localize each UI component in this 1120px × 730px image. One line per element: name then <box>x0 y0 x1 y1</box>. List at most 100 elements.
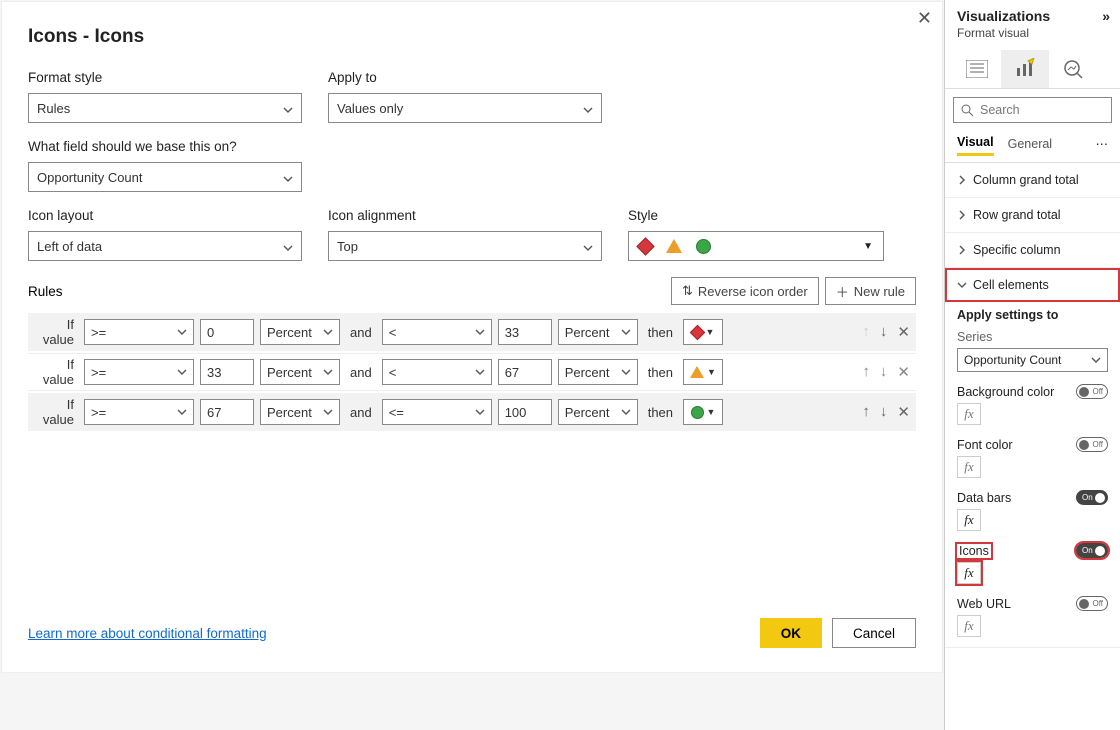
chevron-down-icon <box>475 365 485 380</box>
fx-web-url[interactable]: fx <box>957 615 981 637</box>
panel-subtitle: Format visual <box>945 26 1120 46</box>
chevron-down-icon <box>583 241 593 251</box>
learn-more-link[interactable]: Learn more about conditional formatting <box>28 626 267 641</box>
operator2-dropdown[interactable]: <= <box>382 399 492 425</box>
close-icon[interactable]: ✕ <box>917 8 932 29</box>
move-down-icon[interactable]: ↓ <box>880 323 888 341</box>
toggle-background-color[interactable]: Off <box>1076 384 1108 399</box>
operator1-dropdown[interactable]: >= <box>84 359 194 385</box>
delete-rule-icon[interactable]: ✕ <box>897 403 910 421</box>
value1-input[interactable]: 0 <box>200 319 254 345</box>
move-down-icon[interactable]: ↓ <box>880 363 888 381</box>
format-style-label: Format style <box>28 70 302 85</box>
section-row-grand-total[interactable]: Row grand total <box>945 198 1120 232</box>
fx-background-color[interactable]: fx <box>957 403 981 425</box>
section-column-grand-total[interactable]: Column grand total <box>945 163 1120 197</box>
unit2-dropdown[interactable]: Percent <box>558 399 638 425</box>
icon-layout-dropdown[interactable]: Left of data <box>28 231 302 261</box>
tab-visual[interactable]: Visual <box>957 131 994 156</box>
tab-general[interactable]: General <box>1008 133 1052 155</box>
unit1-dropdown[interactable]: Percent <box>260 399 340 425</box>
icon-picker[interactable]: ▼ <box>683 399 723 425</box>
chevron-down-icon <box>177 365 187 380</box>
format-visual-tab[interactable] <box>1001 50 1049 88</box>
diamond-icon <box>636 237 654 255</box>
chevron-down-icon <box>475 325 485 340</box>
move-up-icon[interactable]: ↑ <box>862 403 870 421</box>
toggle-icons[interactable]: On <box>1076 543 1108 558</box>
panel-title: Visualizations <box>957 8 1050 24</box>
format-style-dropdown[interactable]: Rules <box>28 93 302 123</box>
circle-icon <box>696 239 711 254</box>
icon-picker[interactable]: ▼ <box>683 319 723 345</box>
ok-button[interactable]: OK <box>760 618 822 648</box>
cancel-button[interactable]: Cancel <box>832 618 916 648</box>
move-up-icon[interactable]: ↑ <box>862 323 870 341</box>
and-label: and <box>346 325 376 340</box>
swap-icon: ⇅ <box>682 283 693 299</box>
if-value-label: If value <box>34 397 78 427</box>
section-cell-elements[interactable]: Cell elements <box>945 268 1120 302</box>
icon-alignment-label: Icon alignment <box>328 208 602 223</box>
basis-label: What field should we base this on? <box>28 139 916 154</box>
chevron-down-icon <box>177 325 187 340</box>
toggle-web-url[interactable]: Off <box>1076 596 1108 611</box>
then-label: then <box>644 365 677 380</box>
circle-icon <box>691 406 704 419</box>
unit1-dropdown[interactable]: Percent <box>260 319 340 345</box>
chevron-down-icon <box>621 325 631 340</box>
value2-input[interactable]: 67 <box>498 359 552 385</box>
move-down-icon[interactable]: ↓ <box>880 403 888 421</box>
reverse-icon-order-button[interactable]: ⇅ Reverse icon order <box>671 277 819 305</box>
icon-picker[interactable]: ▼ <box>683 359 723 385</box>
fx-icons[interactable]: fx <box>957 562 981 584</box>
prop-data-bars: Data bars <box>957 491 1011 505</box>
if-value-label: If value <box>34 357 78 387</box>
then-label: then <box>644 325 677 340</box>
icon-alignment-dropdown[interactable]: Top <box>328 231 602 261</box>
operator1-dropdown[interactable]: >= <box>84 319 194 345</box>
value1-input[interactable]: 33 <box>200 359 254 385</box>
unit2-dropdown[interactable]: Percent <box>558 319 638 345</box>
chevron-down-icon <box>283 172 293 182</box>
fx-data-bars[interactable]: fx <box>957 509 981 531</box>
rule-row: If value>=67Percentand<=100Percentthen▼↑… <box>28 393 916 431</box>
search-input[interactable]: Search <box>953 97 1112 123</box>
delete-rule-icon[interactable]: ✕ <box>897 323 910 341</box>
basis-field-dropdown[interactable]: Opportunity Count <box>28 162 302 192</box>
series-label: Series <box>957 330 1108 344</box>
unit2-dropdown[interactable]: Percent <box>558 359 638 385</box>
chevron-right-icon <box>957 175 967 185</box>
value2-input[interactable]: 33 <box>498 319 552 345</box>
icon-style-dropdown[interactable]: ▼ <box>628 231 884 261</box>
new-rule-button[interactable]: ＋ New rule <box>825 277 916 305</box>
chevron-down-icon <box>323 365 333 380</box>
prop-background-color: Background color <box>957 385 1054 399</box>
toggle-font-color[interactable]: Off <box>1076 437 1108 452</box>
caret-down-icon: ▼ <box>707 407 716 417</box>
search-icon <box>961 104 974 117</box>
operator2-dropdown[interactable]: < <box>382 359 492 385</box>
icon-layout-label: Icon layout <box>28 208 302 223</box>
series-dropdown[interactable]: Opportunity Count <box>957 348 1108 372</box>
analytics-tab[interactable] <box>1049 50 1097 88</box>
operator2-dropdown[interactable]: < <box>382 319 492 345</box>
diamond-icon <box>689 324 705 340</box>
section-specific-column[interactable]: Specific column <box>945 233 1120 267</box>
delete-rule-icon[interactable]: ✕ <box>897 363 910 381</box>
build-visual-tab[interactable] <box>953 50 1001 88</box>
unit1-dropdown[interactable]: Percent <box>260 359 340 385</box>
toggle-data-bars[interactable]: On <box>1076 490 1108 505</box>
operator1-dropdown[interactable]: >= <box>84 399 194 425</box>
plus-icon: ＋ <box>836 282 849 301</box>
chevron-down-icon <box>323 405 333 420</box>
value2-input[interactable]: 100 <box>498 399 552 425</box>
apply-to-dropdown[interactable]: Values only <box>328 93 602 123</box>
value1-input[interactable]: 67 <box>200 399 254 425</box>
more-options-icon[interactable]: ⋯ <box>1096 136 1109 151</box>
expand-icon[interactable]: » <box>1102 8 1110 24</box>
fx-font-color[interactable]: fx <box>957 456 981 478</box>
chevron-down-icon <box>583 103 593 113</box>
visualizations-panel: Visualizations » Format visual Search Vi… <box>944 0 1120 730</box>
move-up-icon[interactable]: ↑ <box>862 363 870 381</box>
